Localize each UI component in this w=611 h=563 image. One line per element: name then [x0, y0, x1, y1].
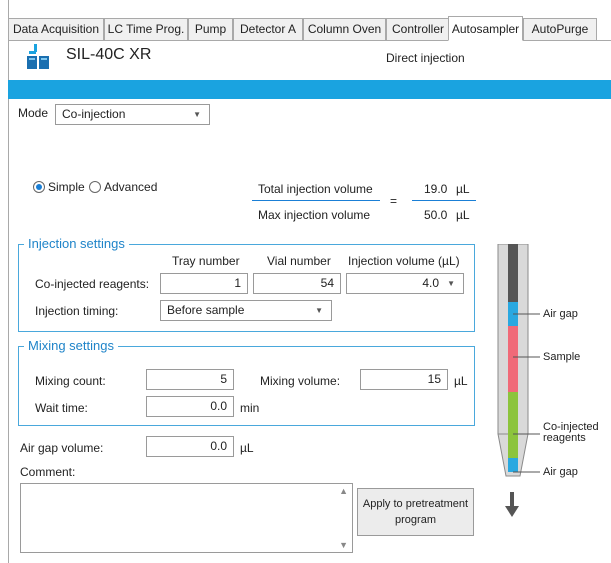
tray-number-field[interactable]: 1 — [160, 273, 248, 294]
max-injection-volume-label: Max injection volume — [258, 208, 371, 222]
vial-number-header: Vial number — [267, 254, 331, 268]
max-injection-volume-value: 50.0 — [424, 208, 448, 222]
autosampler-device-icon — [26, 44, 50, 70]
comment-textarea[interactable]: ▲ ▼ — [20, 483, 353, 553]
injection-settings-title: Injection settings — [24, 236, 129, 251]
apply-button-line2: program — [395, 514, 436, 526]
mixing-volume-label: Mixing volume: — [260, 374, 341, 388]
injection-timing-label: Injection timing: — [35, 304, 119, 318]
apply-button-line1: Apply to pretreatment — [362, 498, 469, 510]
coinjected-reagents-label: Co-injected reagents: — [35, 277, 150, 291]
injection-volume-select[interactable]: 4.0 ▼ — [346, 273, 464, 294]
total-injection-volume-unit: µL — [456, 182, 470, 196]
air-gap-volume-field[interactable]: 0.0 — [146, 436, 234, 457]
mixing-volume-field[interactable]: 15 — [360, 369, 448, 390]
legend-air-gap-bottom: Air gap — [543, 466, 578, 478]
injection-timing-value: Before sample — [167, 303, 245, 317]
mixing-count-label: Mixing count: — [35, 374, 106, 388]
total-injection-volume-value: 19.0 — [424, 182, 448, 196]
total-injection-volume-label: Total injection volume — [258, 182, 373, 196]
legend-coinjected-line2: reagents — [543, 432, 586, 444]
air-gap-volume-label: Air gap volume: — [20, 441, 104, 455]
tab-controller[interactable]: Controller — [386, 18, 450, 40]
volume-fraction-line — [252, 200, 380, 201]
tab-autosampler[interactable]: Autosampler — [448, 16, 523, 41]
device-model: SIL-40C XR — [66, 46, 152, 63]
equals-sign: = — [390, 194, 398, 208]
mode-select[interactable]: Co-injection ▼ — [55, 104, 210, 125]
wait-time-unit: min — [240, 401, 260, 415]
mode-select-value: Co-injection — [62, 107, 126, 121]
down-arrow-icon — [505, 492, 519, 518]
advanced-radio-label: Advanced — [104, 180, 158, 194]
volume-value-line — [412, 200, 476, 201]
apply-to-pretreatment-button[interactable]: Apply to pretreatment program — [357, 488, 474, 536]
simple-radio[interactable] — [33, 181, 45, 193]
mixing-count-field[interactable]: 5 — [146, 369, 234, 390]
tab-detector-a[interactable]: Detector A — [233, 18, 303, 40]
tab-data-acquisition[interactable]: Data Acquisition — [8, 18, 104, 40]
injection-timing-select[interactable]: Before sample ▼ — [160, 300, 332, 321]
injection-mode-label: Direct injection — [386, 51, 465, 65]
mixing-volume-unit: µL — [454, 374, 468, 388]
air-gap-volume-unit: µL — [240, 441, 254, 455]
chevron-down-icon: ▼ — [193, 110, 201, 119]
scroll-up-icon[interactable]: ▲ — [339, 486, 348, 496]
chevron-down-icon: ▼ — [315, 306, 323, 315]
legend-sample: Sample — [543, 351, 581, 363]
wait-time-label: Wait time: — [35, 401, 88, 415]
tab-pump[interactable]: Pump — [188, 18, 233, 40]
mode-label: Mode — [18, 106, 49, 120]
tab-autopurge[interactable]: AutoPurge — [523, 18, 597, 40]
max-injection-volume-unit: µL — [456, 208, 470, 222]
tab-strip: Data Acquisition LC Time Prog. Pump Dete… — [8, 16, 611, 41]
injection-volume-header: Injection volume (µL) — [348, 254, 460, 268]
legend-coinjected: Co-injected reagents — [543, 422, 599, 444]
mixing-settings-title: Mixing settings — [24, 338, 118, 353]
tab-lc-time-prog[interactable]: LC Time Prog. — [104, 18, 188, 40]
injection-volume-value: 4.0 — [422, 276, 439, 290]
legend-air-gap-top: Air gap — [543, 308, 578, 320]
vial-number-field[interactable]: 54 — [253, 273, 341, 294]
tray-number-header: Tray number — [172, 254, 240, 268]
comment-label: Comment: — [20, 465, 76, 479]
needle-diagram — [490, 243, 610, 524]
scroll-down-icon[interactable]: ▼ — [339, 540, 348, 550]
advanced-radio[interactable] — [89, 181, 101, 193]
wait-time-field[interactable]: 0.0 — [146, 396, 234, 417]
tab-column-oven[interactable]: Column Oven — [303, 18, 386, 40]
header-accent-bar — [8, 80, 611, 99]
simple-radio-label: Simple — [48, 180, 85, 194]
chevron-down-icon: ▼ — [447, 279, 455, 288]
